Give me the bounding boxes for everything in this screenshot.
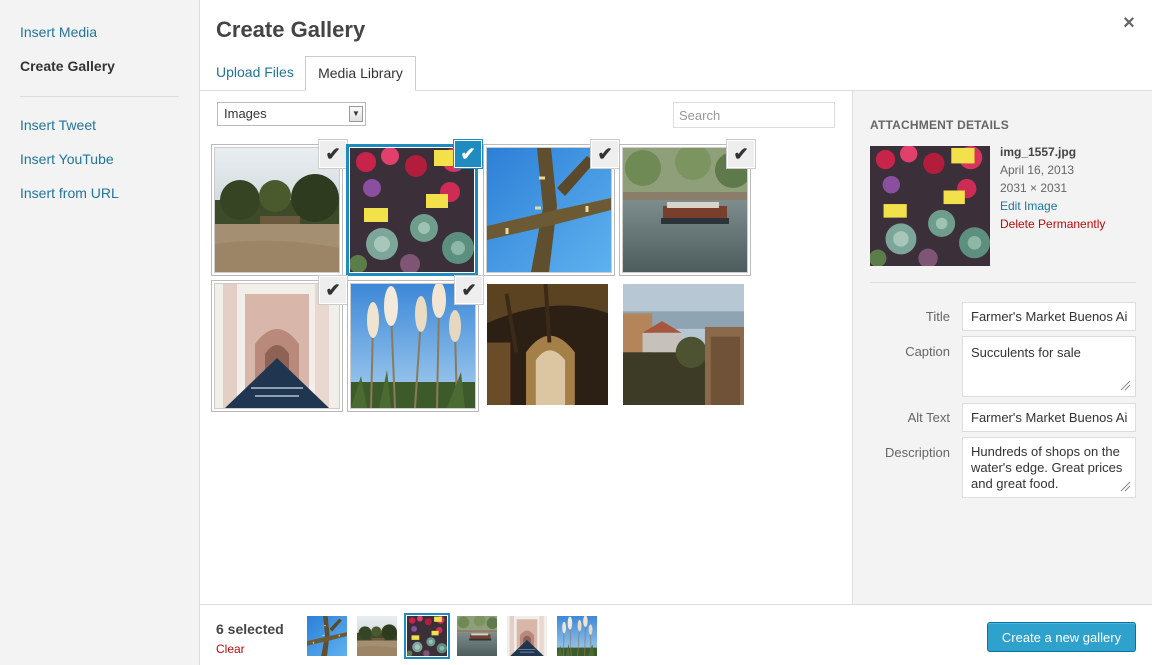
attachment-cactus-sky[interactable]: ✔ [487, 140, 619, 272]
tab-upload-files[interactable]: Upload Files [206, 56, 304, 91]
alt-text-label: Alt Text [907, 410, 950, 425]
selected-thumb-park-trees[interactable] [357, 616, 397, 656]
check-icon[interactable]: ✔ [591, 140, 619, 168]
attachment-river-boat[interactable]: ✔ [623, 140, 755, 272]
close-icon[interactable]: × [1116, 10, 1142, 36]
selected-thumb-flower-market[interactable] [407, 616, 447, 656]
details-thumbnail [870, 146, 990, 266]
attachment-cathedral[interactable]: ✔ [215, 276, 347, 408]
menu-item-insert-from-url[interactable]: Insert from URL [20, 185, 119, 201]
attachment-filename: img_1557.jpg [1000, 145, 1077, 159]
description-label: Description [884, 445, 950, 460]
check-icon[interactable]: ✔ [319, 276, 347, 304]
attachment-park-trees[interactable]: ✔ [215, 140, 347, 272]
check-icon[interactable]: ✔ [454, 140, 482, 168]
selected-thumb-cactus-sky[interactable] [307, 616, 347, 656]
selected-thumb-cathedral[interactable] [507, 616, 547, 656]
clear-selection-link[interactable]: Clear [216, 642, 245, 656]
title-label: Title [925, 309, 950, 324]
delete-permanently-link[interactable]: Delete Permanently [1000, 215, 1105, 233]
selected-thumb-river-boat[interactable] [457, 616, 497, 656]
tab-media-library[interactable]: Media Library [305, 56, 416, 91]
caption-field[interactable]: Succulents for sale [962, 336, 1136, 397]
selected-thumb-pampas-grass[interactable] [557, 616, 597, 656]
attachment-dimensions: 2031 × 2031 [1000, 181, 1068, 195]
filter-value: Images [224, 106, 267, 121]
menu-item-insert-tweet[interactable]: Insert Tweet [20, 117, 96, 133]
create-gallery-button[interactable]: Create a new gallery [987, 622, 1136, 652]
check-icon[interactable]: ✔ [319, 140, 347, 168]
check-icon[interactable]: ✔ [455, 276, 483, 304]
attachment-coastal-village[interactable] [623, 284, 744, 405]
search-input[interactable] [673, 102, 835, 128]
description-field[interactable]: Hundreds of shops on the water's edge. G… [962, 437, 1136, 498]
menu-item-insert-youtube[interactable]: Insert YouTube [20, 151, 114, 167]
photo-coastal-village [623, 284, 744, 405]
attachment-details-sidebar: ATTACHMENT DETAILS img_1557.jpg April 16… [852, 91, 1152, 605]
selection-count: 6 selected [216, 621, 284, 637]
media-menu: Insert Media Create Gallery Insert Tweet… [0, 0, 200, 665]
media-type-filter[interactable]: Images ▼ [217, 102, 366, 126]
menu-separator [20, 96, 179, 97]
menu-item-create-gallery[interactable]: Create Gallery [20, 58, 115, 74]
attachment-stone-arch[interactable] [487, 284, 608, 405]
menu-item-insert-media[interactable]: Insert Media [20, 24, 97, 40]
frame-title: Create Gallery [216, 17, 366, 42]
attachment-pampas-grass[interactable]: ✔ [351, 276, 483, 408]
attachment-info: img_1557.jpg April 16, 2013 2031 × 2031 … [1000, 143, 1105, 233]
attachment-date: April 16, 2013 [1000, 163, 1075, 177]
caption-label: Caption [905, 344, 950, 359]
attachment-flower-market[interactable]: ✔ [350, 140, 482, 272]
chevron-down-icon: ▼ [349, 106, 363, 122]
attachment-details-heading: ATTACHMENT DETAILS [870, 118, 1009, 132]
title-field[interactable] [962, 302, 1136, 331]
check-icon[interactable]: ✔ [727, 140, 755, 168]
selection-toolbar: 6 selected Clear Create a new gallery [200, 604, 1152, 665]
details-separator [870, 282, 1136, 283]
alt-text-field[interactable] [962, 403, 1136, 432]
photo-stone-arch [487, 284, 608, 405]
edit-image-link[interactable]: Edit Image [1000, 197, 1105, 215]
